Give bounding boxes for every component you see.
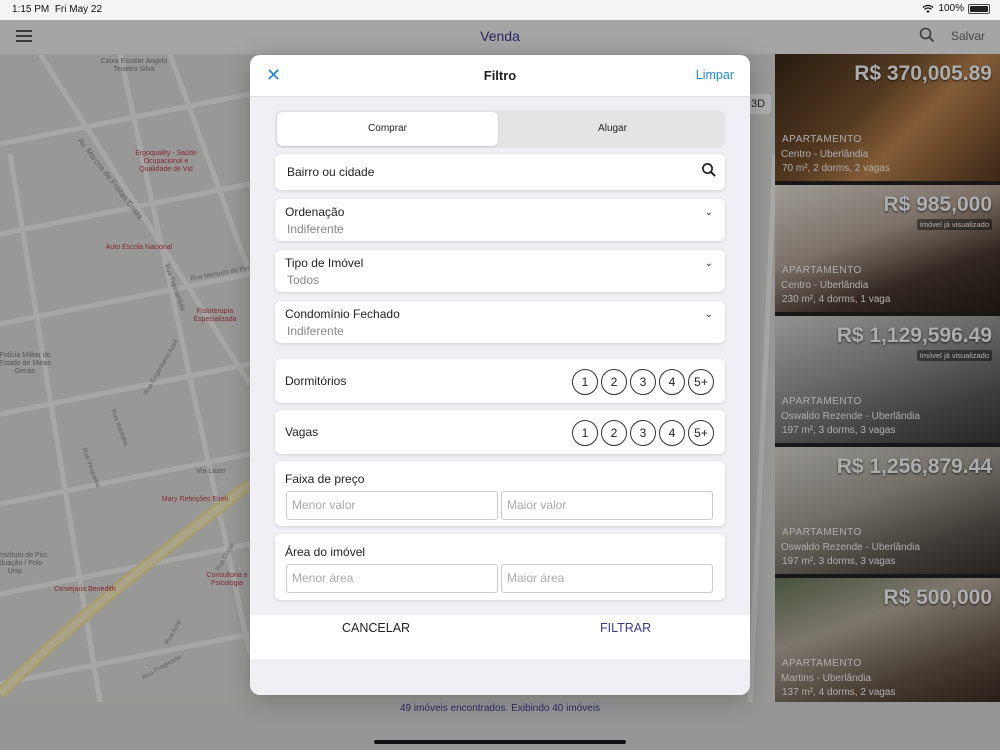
property-type-label: Tipo de Imóvel — [285, 256, 364, 270]
chevron-down-icon: ⌄ — [704, 258, 713, 269]
parking-option[interactable]: 4 — [659, 420, 685, 446]
battery-percent: 100% — [938, 3, 964, 14]
bedrooms-options: 1 2 3 4 5+ — [572, 369, 714, 395]
bedrooms-option[interactable]: 1 — [572, 369, 598, 395]
gated-community-value: Indiferente — [287, 324, 344, 338]
min-area-input[interactable]: Menor área — [286, 564, 498, 593]
transaction-segmented-control: Comprar Alugar — [275, 110, 725, 148]
sort-label: Ordenação — [285, 205, 345, 219]
parking-option[interactable]: 3 — [630, 420, 656, 446]
sort-select[interactable]: Ordenação Indiferente ⌄ — [275, 199, 725, 241]
modal-title: Filtro — [483, 68, 517, 83]
filter-modal: ✕ Filtro Limpar Comprar Alugar Bairro ou… — [250, 55, 750, 695]
area-label: Área do imóvel — [285, 545, 366, 559]
parking-options: 1 2 3 4 5+ — [572, 420, 714, 446]
max-area-input[interactable]: Maior área — [501, 564, 713, 593]
parking-option[interactable]: 1 — [572, 420, 598, 446]
home-indicator[interactable] — [374, 740, 626, 744]
parking-row: Vagas 1 2 3 4 5+ — [275, 410, 725, 454]
search-icon[interactable] — [701, 162, 717, 178]
battery-icon — [968, 3, 990, 14]
location-search-field[interactable]: Bairro ou cidade — [275, 154, 725, 190]
gated-community-label: Condomínio Fechado — [285, 307, 400, 321]
chevron-down-icon: ⌄ — [704, 309, 713, 320]
bedrooms-label: Dormitórios — [285, 374, 347, 388]
wifi-icon — [922, 4, 934, 13]
bedrooms-option[interactable]: 3 — [630, 369, 656, 395]
parking-option[interactable]: 5+ — [688, 420, 714, 446]
status-bar: 1:15 PM Fri May 22 100% — [0, 0, 1000, 20]
parking-label: Vagas — [285, 425, 319, 439]
bedrooms-row: Dormitórios 1 2 3 4 5+ — [275, 359, 725, 403]
max-price-input[interactable]: Maior valor — [501, 491, 713, 520]
area-section: Área do imóvel Menor área Maior área — [275, 534, 725, 600]
sort-value: Indiferente — [287, 222, 344, 236]
bedrooms-option[interactable]: 5+ — [688, 369, 714, 395]
chevron-down-icon: ⌄ — [704, 207, 713, 218]
property-type-select[interactable]: Tipo de Imóvel Todos ⌄ — [275, 250, 725, 292]
segment-buy[interactable]: Comprar — [277, 112, 498, 146]
property-type-value: Todos — [287, 273, 320, 287]
apply-filter-button[interactable]: FILTRAR — [600, 621, 651, 635]
clear-button[interactable]: Limpar — [696, 68, 734, 82]
bedrooms-option[interactable]: 4 — [659, 369, 685, 395]
bedrooms-option[interactable]: 2 — [601, 369, 627, 395]
status-time: 1:15 PM Fri May 22 — [12, 4, 103, 15]
modal-footer: CANCELAR FILTRAR — [250, 615, 750, 659]
parking-option[interactable]: 2 — [601, 420, 627, 446]
price-range-label: Faixa de preço — [285, 472, 365, 486]
cancel-button[interactable]: CANCELAR — [342, 621, 410, 635]
price-range-section: Faixa de preço Menor valor Maior valor — [275, 461, 725, 526]
location-search-input[interactable]: Bairro ou cidade — [287, 165, 374, 179]
modal-header: ✕ Filtro Limpar — [250, 55, 750, 97]
min-price-input[interactable]: Menor valor — [286, 491, 498, 520]
segment-rent[interactable]: Alugar — [502, 112, 723, 146]
gated-community-select[interactable]: Condomínio Fechado Indiferente ⌄ — [275, 301, 725, 343]
